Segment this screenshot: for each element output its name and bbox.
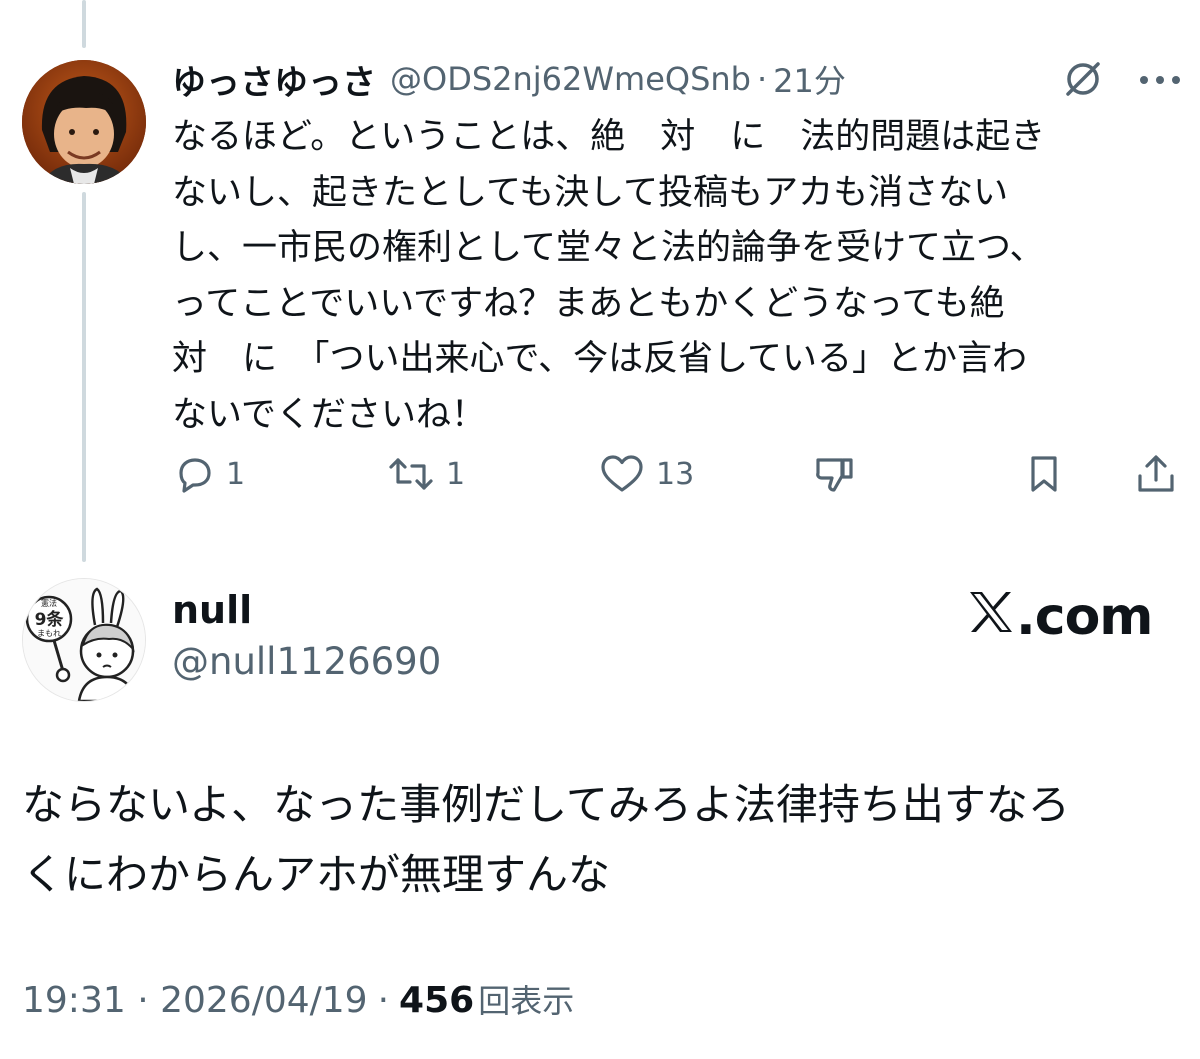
tweet-meta: 19:31 · 2026/04/19 · 456 回表示 [22, 976, 574, 1022]
brand-domain: .com [1016, 587, 1153, 647]
bookmark-button[interactable] [1024, 452, 1064, 496]
like-count: 13 [656, 456, 695, 492]
thread-line-bottom [82, 192, 86, 562]
repost-icon [389, 458, 433, 490]
separator-dot: · [756, 60, 768, 98]
reply-icon [179, 458, 211, 493]
x-brand-logo: .com [968, 587, 1153, 647]
main-tweet-text: ならないよ、なった事例だしてみろよ法律持ち出すなろ くにわからんアホが無理すんな [22, 780, 1070, 899]
display-name[interactable]: null [172, 588, 252, 632]
dislike-button[interactable] [812, 452, 856, 496]
reply-count: 1 [226, 456, 246, 492]
share-icon [1138, 455, 1174, 492]
more-icon[interactable] [1138, 72, 1182, 91]
reply-button[interactable]: 1 [172, 452, 245, 496]
avatar-illustration: 憲法 9条 まもれ [23, 579, 145, 701]
display-name[interactable]: ゆっさゆっさ [172, 55, 376, 104]
reply-tweet-header: ゆっさゆっさ @ODS2nj62WmeQSnb · 21分 [172, 52, 1182, 106]
post-time[interactable]: 21分 [773, 56, 846, 102]
grok-icon[interactable] [1062, 58, 1104, 104]
like-icon [601, 455, 643, 492]
header-actions [1062, 58, 1182, 104]
post-timestamp[interactable]: 19:31 · 2026/04/19 [22, 980, 368, 1021]
avatar-badge-line-1: 憲法 [41, 598, 57, 608]
bookmark-icon [1031, 456, 1057, 492]
avatar-photo [22, 60, 146, 184]
separator-dot: · [377, 980, 390, 1021]
avatar-badge-line-3: まもれ [37, 629, 61, 638]
avatar[interactable] [22, 60, 146, 184]
views-count: 456 [399, 980, 475, 1021]
repost-count: 1 [446, 456, 466, 492]
repost-button[interactable]: 1 [386, 452, 465, 496]
like-button[interactable]: 13 [598, 452, 694, 496]
share-button[interactable] [1134, 452, 1178, 496]
x-logo-icon [968, 587, 1014, 647]
tweet-action-bar: 1 1 13 [172, 452, 1180, 512]
user-handle[interactable]: @ODS2nj62WmeQSnb [390, 60, 751, 98]
views-label: 回表示 [478, 982, 575, 1020]
reply-tweet-text: なるほど。ということは、絶 対 に 法的問題は起き ないし、起きたとしても決して… [172, 117, 1046, 435]
user-handle[interactable]: @null1126690 [172, 640, 441, 683]
dislike-icon [816, 458, 853, 492]
avatar[interactable]: 憲法 9条 まもれ [22, 578, 146, 702]
avatar-badge-line-2: 9条 [35, 609, 65, 630]
thread-line-top [82, 0, 86, 48]
